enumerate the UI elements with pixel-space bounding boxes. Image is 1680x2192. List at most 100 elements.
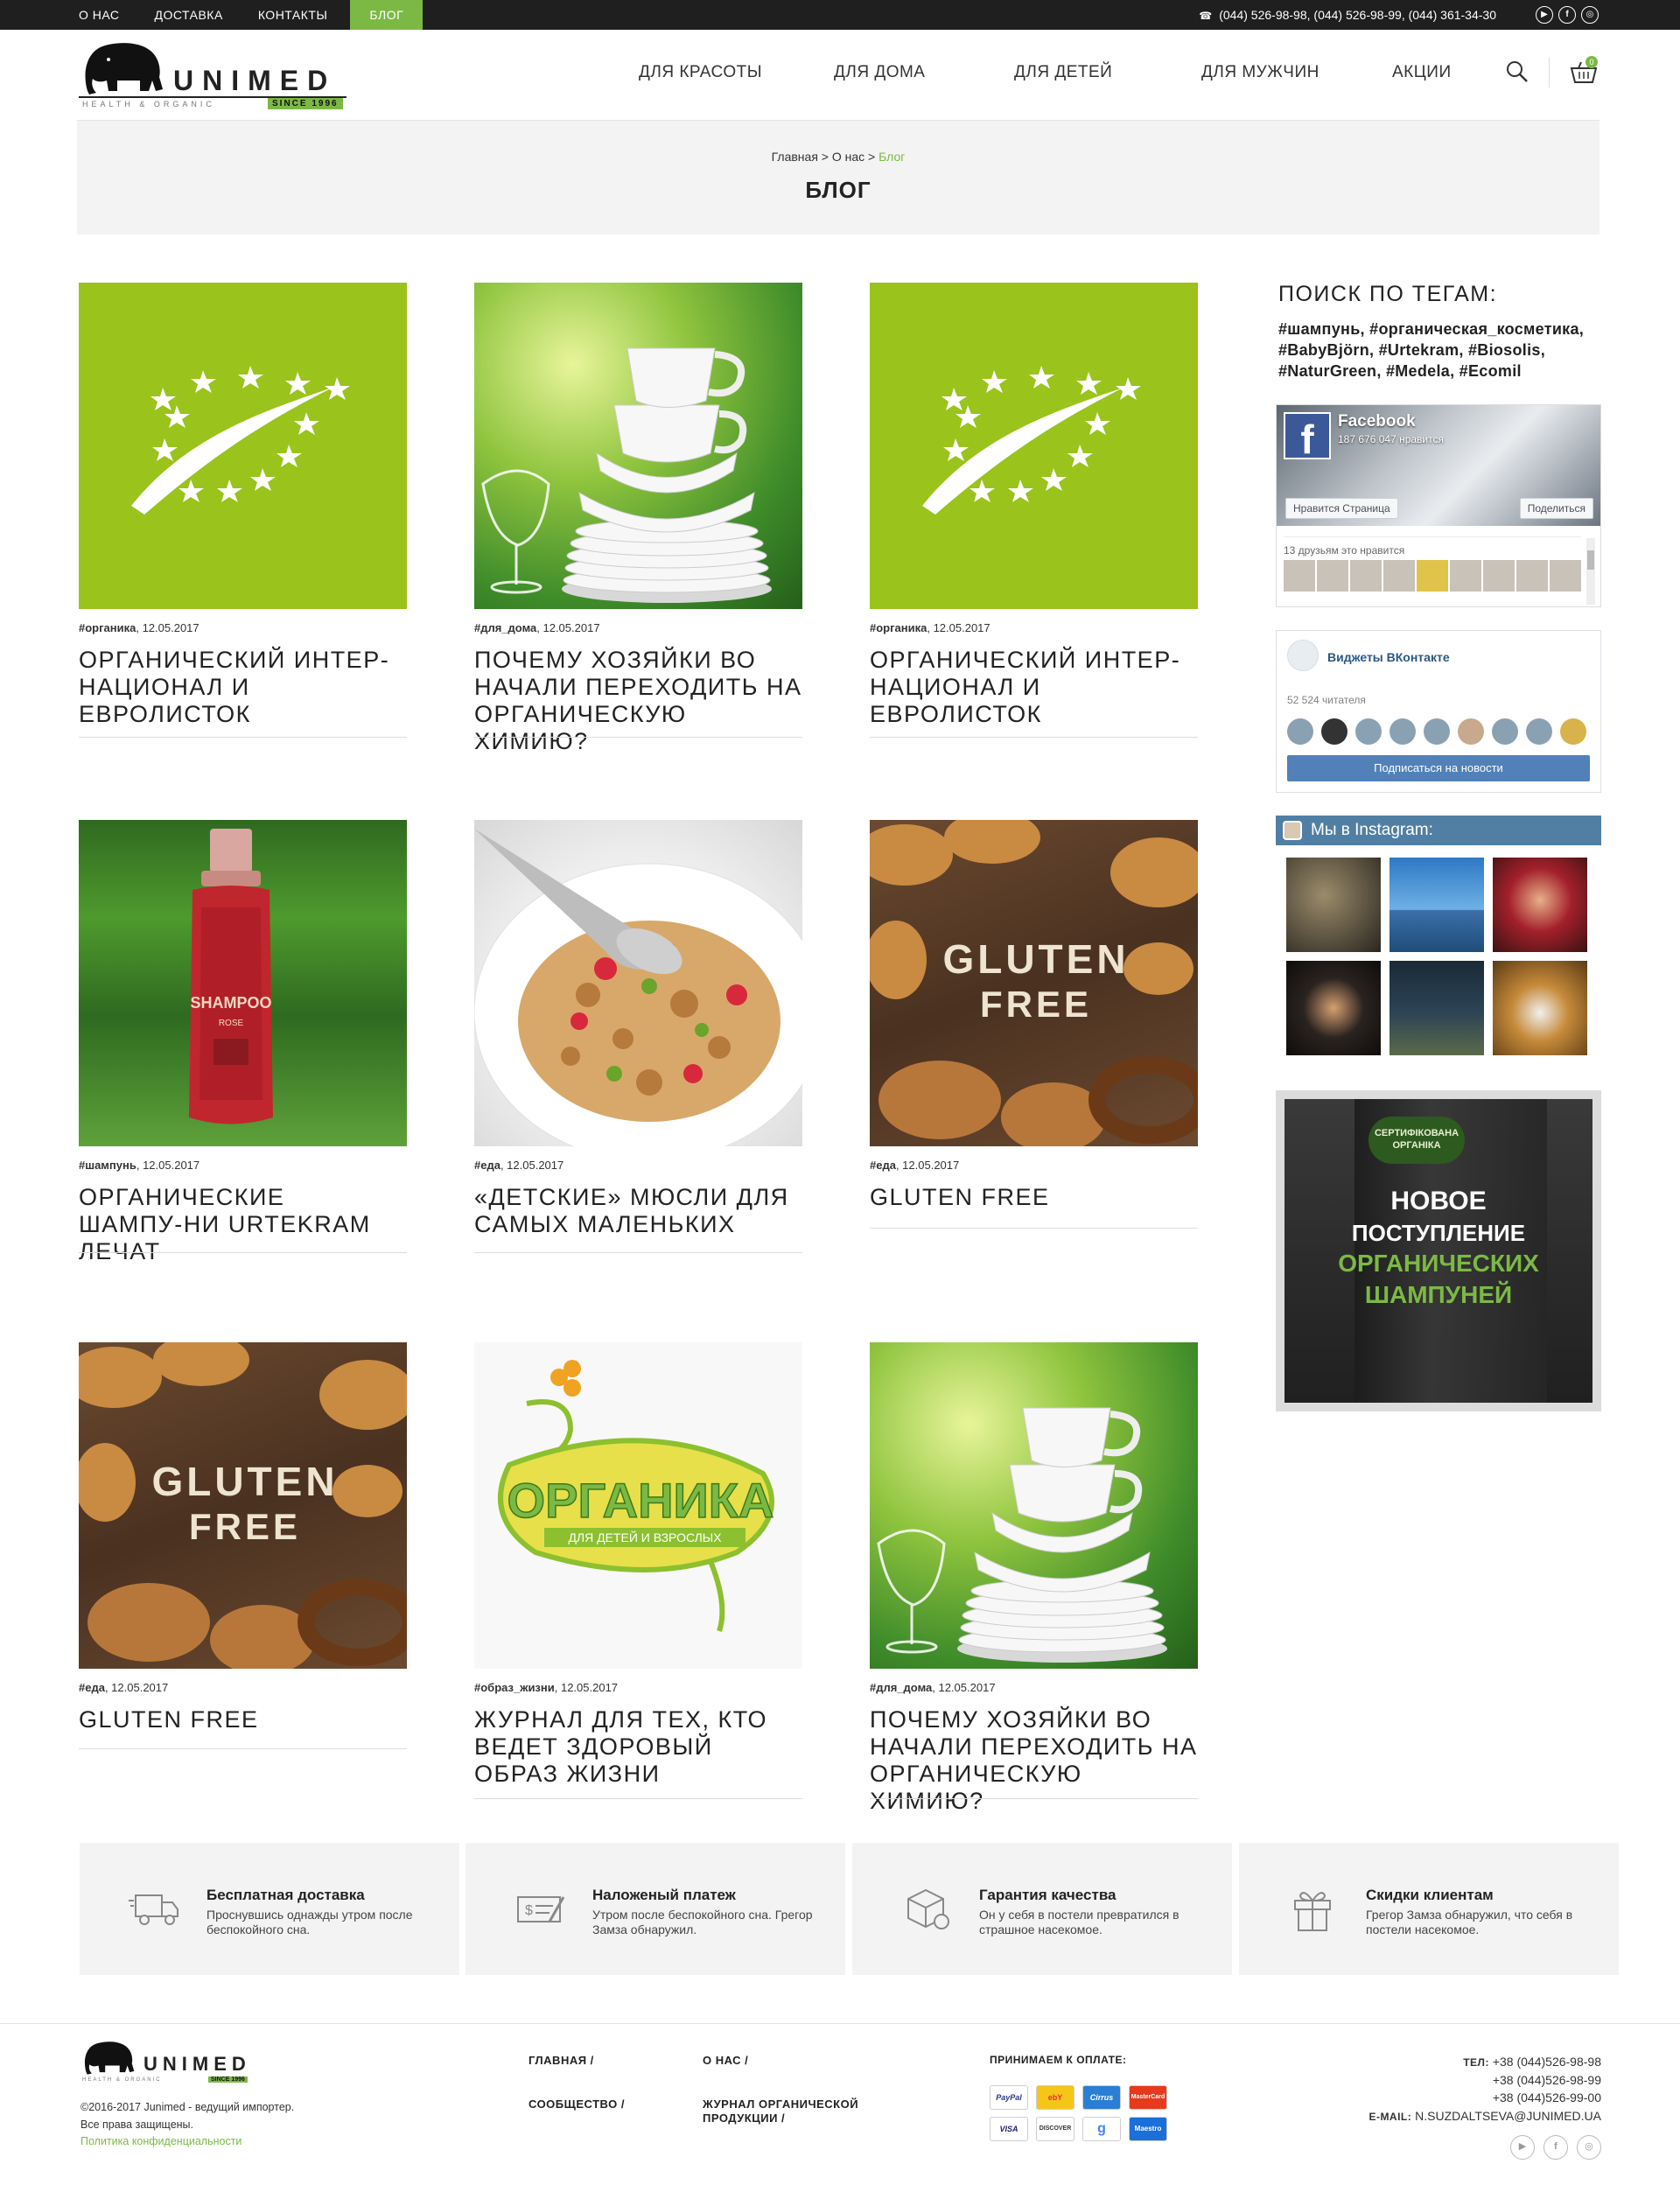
avatar[interactable]: [1483, 560, 1515, 592]
footer-phone[interactable]: +38 (044)526-98-99: [1463, 2071, 1601, 2089]
post-tag[interactable]: #для_дома: [474, 621, 536, 634]
post-tag[interactable]: #еда: [474, 1159, 500, 1172]
post-title[interactable]: ОРГАНИЧЕСКИЙ ИНТЕР-НАЦИОНАЛ И ЕВРОЛИСТОК: [870, 647, 1185, 728]
blog-card[interactable]: #еда, 12.05.2017 «ДЕТСКИЕ» МЮСЛИ ДЛЯ САМ…: [474, 820, 802, 1253]
search-icon[interactable]: [1505, 60, 1530, 84]
top-nav-delivery[interactable]: ДОСТАВКА: [143, 0, 235, 30]
avatar[interactable]: [1321, 718, 1348, 745]
instagram-icon[interactable]: ◎: [1581, 6, 1599, 24]
vk-group-avatar[interactable]: [1287, 640, 1319, 671]
post-title[interactable]: ПОЧЕМУ ХОЗЯЙКИ ВО НАЧАЛИ ПЕРЕХОДИТЬ НА О…: [474, 647, 807, 755]
post-tag[interactable]: #шампунь: [79, 1159, 136, 1172]
avatar[interactable]: [1550, 560, 1581, 592]
payment-title: ПРИНИМАЕМ К ОПЛАТЕ:: [990, 2054, 1127, 2066]
avatar[interactable]: [1458, 718, 1484, 745]
footer-link-community[interactable]: СООБЩЕСТВО /: [528, 2097, 625, 2111]
instagram-photo[interactable]: [1493, 961, 1587, 1055]
avatar[interactable]: [1450, 560, 1481, 592]
blog-card[interactable]: ОРГАНИКА ДЛЯ ДЕТЕЙ И ВЗРОСЛЫХ #образ_жиз…: [474, 1342, 802, 1799]
youtube-icon[interactable]: ▶: [1510, 2135, 1535, 2160]
blog-card[interactable]: #для_дома, 12.05.2017 ПОЧЕМУ ХОЗЯЙКИ ВО …: [870, 1342, 1198, 1815]
eu-leaf-image[interactable]: [79, 283, 407, 609]
post-tag[interactable]: #образ_жизни: [474, 1681, 555, 1694]
instagram-photo[interactable]: [1390, 961, 1484, 1055]
post-title[interactable]: ЖУРНАЛ ДЛЯ ТЕХ, КТО ВЕДЕТ ЗДОРОВЫЙ ОБРАЗ…: [474, 1706, 789, 1788]
post-title[interactable]: «ДЕТСКИЕ» МЮСЛИ ДЛЯ САМЫХ МАЛЕНЬКИХ: [474, 1184, 789, 1238]
facebook-page-name[interactable]: Facebook: [1338, 412, 1416, 431]
avatar[interactable]: [1284, 560, 1315, 592]
dishes-image[interactable]: [474, 283, 802, 609]
shampoo-image[interactable]: SHAMPOO ROSE: [79, 820, 407, 1146]
post-tag[interactable]: #для_дома: [870, 1681, 932, 1694]
instagram-photo[interactable]: [1286, 961, 1381, 1055]
avatar[interactable]: [1317, 560, 1348, 592]
avatar[interactable]: [1424, 718, 1450, 745]
privacy-policy-link[interactable]: Политика конфиденциальности: [80, 2135, 242, 2147]
top-nav-about[interactable]: О НАС: [66, 0, 132, 30]
nav-men[interactable]: ДЛЯ МУЖЧИН: [1201, 63, 1320, 88]
footer-link-journal[interactable]: ЖУРНАЛ ОРГАНИЧЕСКОЙ ПРОДУКЦИИ /: [703, 2097, 895, 2125]
breadcrumb-about[interactable]: О нас: [832, 150, 864, 164]
post-tag[interactable]: #органика: [79, 621, 136, 634]
instagram-photo[interactable]: [1390, 858, 1484, 952]
vk-title[interactable]: Виджеты ВКонтакте: [1327, 650, 1450, 664]
top-nav-contacts[interactable]: КОНТАКТЫ: [246, 0, 340, 30]
avatar[interactable]: [1355, 718, 1382, 745]
avatar[interactable]: [1390, 718, 1416, 745]
post-tag[interactable]: #органика: [870, 621, 927, 634]
promo-banner[interactable]: СЕРТИФІКОВАНА ОРГАНІКА НОВОЕ ПОСТУПЛЕНИЕ…: [1276, 1090, 1601, 1411]
avatar[interactable]: [1417, 560, 1448, 592]
facebook-scrollbar[interactable]: [1586, 538, 1595, 605]
blog-card[interactable]: #органика, 12.05.2017 ОРГАНИЧЕСКИЙ ИНТЕР…: [870, 283, 1198, 738]
avatar[interactable]: [1383, 560, 1415, 592]
tag-list[interactable]: #шампунь, #органическая_косметика, #Baby…: [1278, 319, 1602, 382]
avatar[interactable]: [1492, 718, 1518, 745]
facebook-like-button[interactable]: Нравится Страница: [1285, 498, 1398, 519]
instagram-photo[interactable]: [1286, 858, 1381, 952]
blog-card[interactable]: GLUTEN FREE #еда, 12.05.2017 GLUTEN FREE: [870, 820, 1198, 1229]
instagram-icon[interactable]: ◎: [1577, 2135, 1601, 2160]
avatar[interactable]: [1560, 718, 1586, 745]
breadcrumb-home[interactable]: Главная: [772, 150, 818, 164]
post-title[interactable]: ОРГАНИЧЕСКИЕ ШАМПУ-НИ URTEKRAM ЛЕЧАТ: [79, 1184, 394, 1265]
avatar[interactable]: [1287, 718, 1313, 745]
post-title[interactable]: ОРГАНИЧЕСКИЙ ИНТЕР-НАЦИОНАЛ И ЕВРОЛИСТОК: [79, 647, 394, 728]
avatar[interactable]: [1516, 560, 1548, 592]
feature-description: Проснувшись однажды утром после беспокой…: [206, 1908, 413, 1936]
blog-card[interactable]: GLUTEN FREE #еда, 12.05.2017 GLUTEN FREE: [79, 1342, 407, 1749]
post-tag[interactable]: #еда: [79, 1681, 105, 1694]
vk-subscribe-button[interactable]: Подписаться на новости: [1287, 755, 1590, 781]
gluten-image[interactable]: GLUTEN FREE: [870, 820, 1198, 1146]
organika-logo-image[interactable]: ОРГАНИКА ДЛЯ ДЕТЕЙ И ВЗРОСЛЫХ: [474, 1342, 802, 1669]
instagram-photo[interactable]: [1493, 858, 1587, 952]
top-nav-blog[interactable]: БЛОГ: [350, 0, 424, 30]
nav-kids[interactable]: ДЛЯ ДЕТЕЙ: [1014, 63, 1112, 88]
post-tag[interactable]: #еда: [870, 1159, 896, 1172]
nav-sales[interactable]: АКЦИИ: [1392, 63, 1452, 88]
post-title[interactable]: GLUTEN FREE: [79, 1706, 407, 1733]
facebook-icon[interactable]: f: [1544, 2135, 1568, 2160]
site-logo[interactable]: UNIMED HEALTH & ORGANIC SINCE 1996: [79, 39, 350, 117]
footer-phone[interactable]: +38 (044)526-99-00: [1463, 2089, 1601, 2106]
eu-leaf-image[interactable]: [870, 283, 1198, 609]
blog-card[interactable]: #органика, 12.05.2017 ОРГАНИЧЕСКИЙ ИНТЕР…: [79, 283, 407, 738]
avatar[interactable]: [1526, 718, 1552, 745]
facebook-share-button[interactable]: Поделиться: [1519, 498, 1593, 519]
footer-link-about[interactable]: О НАС /: [703, 2054, 748, 2068]
footer-logo[interactable]: UNIMED HEALTH & ORGANIC SINCE 1996: [80, 2039, 273, 2090]
footer-email[interactable]: N.SUZDALTSEVA@JUNIMED.UA: [1415, 2109, 1601, 2123]
blog-card[interactable]: #для_дома, 12.05.2017 ПОЧЕМУ ХОЗЯЙКИ ВО …: [474, 283, 802, 755]
muesli-image[interactable]: [474, 820, 802, 1146]
footer-link-home[interactable]: ГЛАВНАЯ /: [528, 2054, 594, 2068]
facebook-icon[interactable]: f: [1558, 6, 1576, 24]
nav-beauty[interactable]: ДЛЯ КРАСОТЫ: [639, 63, 762, 88]
dishes-image[interactable]: [870, 1342, 1198, 1669]
nav-home[interactable]: ДЛЯ ДОМА: [834, 63, 925, 88]
youtube-icon[interactable]: ▶: [1536, 6, 1553, 24]
feature-title: Наложеный платеж: [592, 1887, 736, 1903]
avatar[interactable]: [1350, 560, 1382, 592]
post-title[interactable]: GLUTEN FREE: [870, 1184, 1198, 1211]
gluten-image[interactable]: GLUTEN FREE: [79, 1342, 407, 1669]
footer-phone[interactable]: +38 (044)526-98-98: [1493, 2055, 1601, 2069]
blog-card[interactable]: SHAMPOO ROSE #шампунь, 12.05.2017 ОРГАНИ…: [79, 820, 407, 1265]
